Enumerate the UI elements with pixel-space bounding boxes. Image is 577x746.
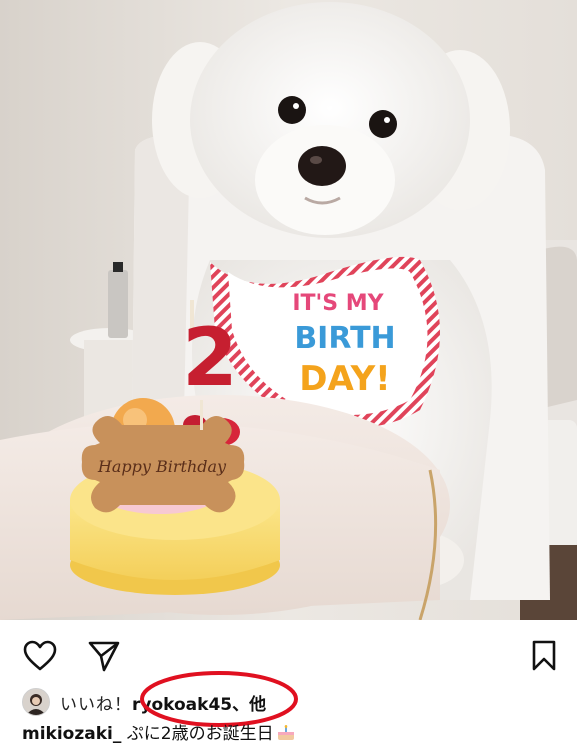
bib-text-line2: BIRTH xyxy=(294,321,395,356)
bookmark-outline-icon xyxy=(532,640,556,671)
likes-text: いいね！ryokoak45、他 xyxy=(60,690,266,715)
paper-plane-icon xyxy=(88,641,120,672)
like-button[interactable] xyxy=(22,638,58,674)
likes-others-link[interactable]: 、他 xyxy=(232,695,266,715)
post-photo[interactable]: IT'S MY BIRTH DAY! Happy Birthday 2 xyxy=(0,0,577,620)
liker-avatar[interactable] xyxy=(22,688,50,716)
caption-author-link[interactable]: mikiozaki_ xyxy=(22,724,121,744)
post-action-bar xyxy=(0,620,577,682)
likes-prefix: いいね！ xyxy=(60,695,132,715)
bib-text-line1: IT'S MY xyxy=(292,291,384,316)
bib-text-line3: DAY! xyxy=(299,359,390,399)
first-liker-link[interactable]: ryokoak45 xyxy=(132,695,232,715)
caption-text: ぷに2歳のお誕生日 xyxy=(121,724,274,744)
candle-number: 2 xyxy=(182,311,238,404)
birthday-cake-emoji xyxy=(276,725,296,741)
cookie-text: Happy Birthday xyxy=(97,457,227,476)
share-button[interactable] xyxy=(86,638,122,674)
likes-summary: いいね！ryokoak45、他 xyxy=(0,686,577,716)
save-button[interactable] xyxy=(526,638,562,674)
heart-outline-icon xyxy=(23,640,57,671)
post-caption: mikiozaki_ ぷに2歳のお誕生日 xyxy=(22,724,296,744)
